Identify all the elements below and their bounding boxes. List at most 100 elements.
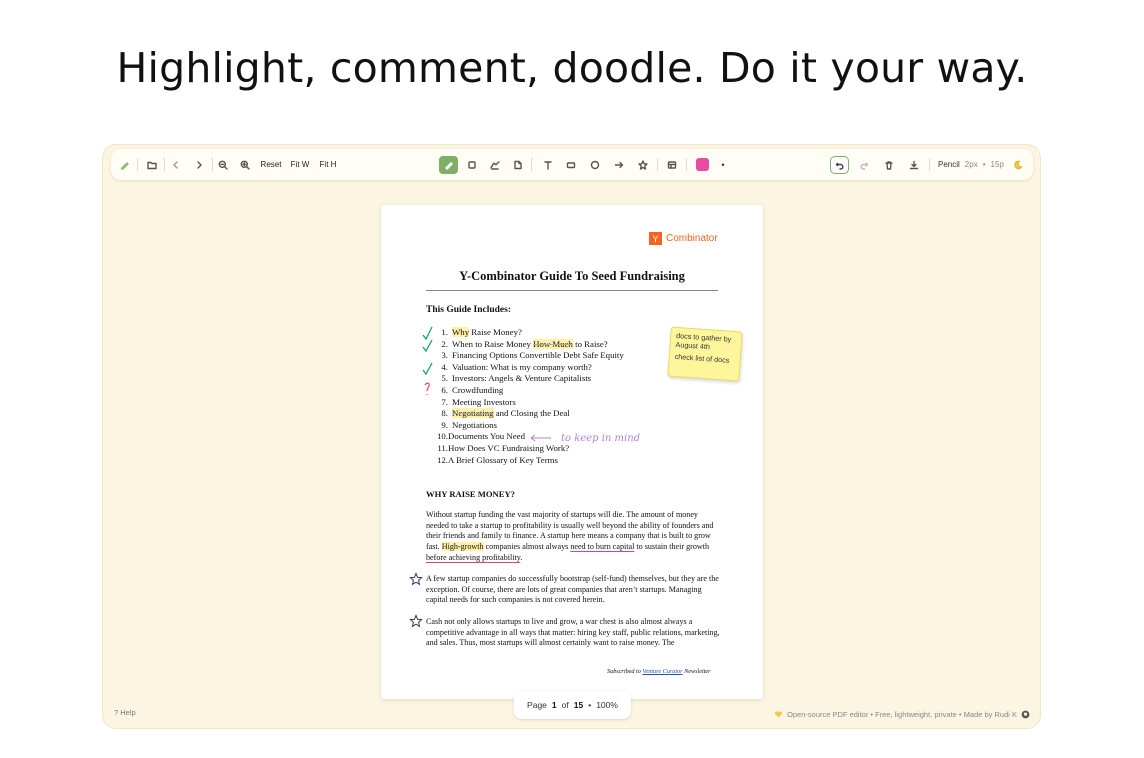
toc-item: 4. Valuation: What is my company worth? (437, 362, 624, 374)
toc-item: 11. How Does VC Fundraising Work? (437, 443, 624, 455)
toc-text: Documents You Need (448, 431, 525, 442)
redo-icon[interactable] (856, 149, 872, 180)
toc-text: Crowdfunding (452, 384, 504, 395)
toc-item: 5. Investors: Angels & Venture Capitalist… (437, 373, 624, 385)
undo-icon (835, 162, 843, 170)
toolbar-separator (212, 158, 213, 171)
open-folder-icon[interactable] (143, 149, 161, 180)
check-mark (422, 339, 433, 353)
toc-number: 8. (441, 408, 448, 419)
paragraph-3: Cash not only allows startups to live an… (426, 617, 720, 648)
document-title: Y-Combinator Guide To Seed Fundraising (426, 269, 718, 291)
help-link[interactable]: ? Help (114, 708, 136, 717)
note-icon[interactable] (510, 149, 526, 180)
text-tool-icon[interactable] (540, 149, 556, 180)
undo-button[interactable] (830, 156, 849, 174)
toc-text: A Brief Glossary of Key Terms (448, 454, 558, 465)
pdf-page[interactable]: Y Combinator Y-Combinator Guide To Seed … (381, 205, 763, 699)
credits-text: Open-source PDF editor • Free, lightweig… (787, 710, 1017, 719)
next-page-icon[interactable] (191, 149, 207, 180)
current-page[interactable]: 1 (552, 700, 557, 710)
color-swatch[interactable] (696, 158, 709, 171)
paragraph-1-text-b: companies almost always (483, 542, 571, 552)
toc-number: 3. (441, 350, 448, 361)
toc-number: 4. (441, 361, 448, 372)
zoom-in-icon[interactable] (237, 149, 253, 180)
toc-text: Valuation: What is my company worth? (452, 361, 592, 372)
toc-number: 12. (437, 454, 448, 465)
fit-width-button[interactable]: Fit W (288, 149, 312, 180)
toc-number: 9. (441, 419, 448, 430)
section-title: WHY RAISE MONEY? (426, 489, 515, 499)
toc-number: 6. (441, 384, 448, 395)
toc-label: Crowdfunding (452, 385, 503, 397)
toolbar-separator (531, 158, 532, 171)
page-indicator: Page 1 of 15 • 100% (514, 691, 631, 719)
toc-label: A Brief Glossary of Key Terms (448, 455, 558, 467)
annotated-text: Negotiating (452, 408, 494, 419)
toc-item: 3. Financing Options Convertible Debt Saf… (437, 350, 624, 362)
question-doodle (424, 382, 430, 395)
sticky-note-line-1: docs to gather by August 4th (675, 330, 732, 351)
circle-shape-icon[interactable] (587, 149, 603, 180)
newsletter-footer: Subscribed to Venture Curator Newsletter (607, 668, 711, 675)
check-mark (422, 326, 433, 341)
toc-item: 1. Why Raise Money? (437, 327, 624, 339)
toolbar-separator (137, 158, 138, 171)
dark-mode-moon-icon[interactable] (1011, 149, 1025, 180)
github-icon[interactable] (1021, 710, 1030, 719)
sticky-note[interactable]: docs to gather by August 4th check list … (667, 326, 743, 382)
toc-label: How Does VC Fundraising Work? (448, 443, 569, 455)
toolbar-separator (929, 158, 930, 171)
trash-icon[interactable] (881, 149, 897, 180)
heart-icon (775, 711, 783, 718)
toc-item: 10. Documents You Need (437, 431, 624, 443)
stage: Highlight, comment, doodle. Do it your w… (0, 0, 1144, 758)
pencil-tool-button[interactable] (439, 156, 458, 174)
paragraph-1-text-d: . (520, 552, 523, 562)
rectangle-shape-icon[interactable] (563, 149, 579, 180)
total-pages: 15 (573, 700, 584, 710)
yc-logo: Y Combinator (649, 232, 718, 245)
table-icon[interactable] (664, 149, 680, 180)
toc-text: to Raise? (572, 338, 608, 349)
reset-zoom-button[interactable]: Reset (259, 149, 283, 180)
star-doodle-icon (409, 614, 423, 628)
toc-label: Negotiating and Closing the Deal (452, 408, 570, 420)
toc-number: 10. (437, 431, 448, 442)
prev-page-icon[interactable] (168, 149, 184, 180)
stroke-size-dot[interactable]: • (717, 149, 729, 180)
footer-link[interactable]: Venture Curator (642, 668, 682, 675)
toolbar-separator (657, 158, 658, 171)
fit-height-button[interactable]: Fit H (316, 149, 340, 180)
yc-logo-mark: Y (649, 232, 662, 245)
toc-number: 1. (441, 327, 448, 337)
arrow-tool-icon[interactable] (611, 149, 627, 180)
toolbar-separator (686, 158, 687, 171)
yc-logo-text: Combinator (666, 233, 718, 244)
handwritten-checkmarks (422, 326, 433, 395)
star-tool-icon[interactable] (635, 149, 651, 180)
paragraph-1-text-c: to sustain their growth (634, 542, 710, 552)
underlined-text: need to burn capital (570, 542, 635, 552)
toc-text: Raise Money? (469, 327, 522, 337)
paragraph-2: A few startup companies do successfully … (426, 574, 719, 605)
toc-number: 2. (441, 338, 448, 349)
includes-heading: This Guide Includes: (426, 305, 511, 315)
toc-text: Investors: Angels & Venture Capitalists (452, 373, 592, 384)
zoom-out-icon[interactable] (215, 149, 231, 180)
signature-icon[interactable] (487, 149, 503, 180)
toc-number: 5. (441, 373, 448, 384)
rectangle-select-icon[interactable] (464, 149, 480, 180)
toc-item: 12. A Brief Glossary of Key Terms (437, 455, 624, 467)
toc-label: Why Raise Money? (452, 327, 522, 339)
font-size-label: 15p (990, 160, 1004, 169)
pdf-editor-app: Reset Fit W Fit H • Pencil 2px • 15p Y C… (102, 144, 1041, 729)
footer-suffix: Newsletter (682, 668, 711, 675)
footer-prefix: Subscribed to (607, 668, 643, 675)
toc-item: 9. Negotiations (437, 420, 624, 432)
download-icon[interactable] (906, 149, 922, 180)
sticky-note-line-2: check list of docs (674, 351, 730, 365)
toc-text: How Does VC Fundraising Work? (448, 442, 570, 453)
toc-text: Financing Options Convertible Debt Safe … (452, 350, 624, 361)
